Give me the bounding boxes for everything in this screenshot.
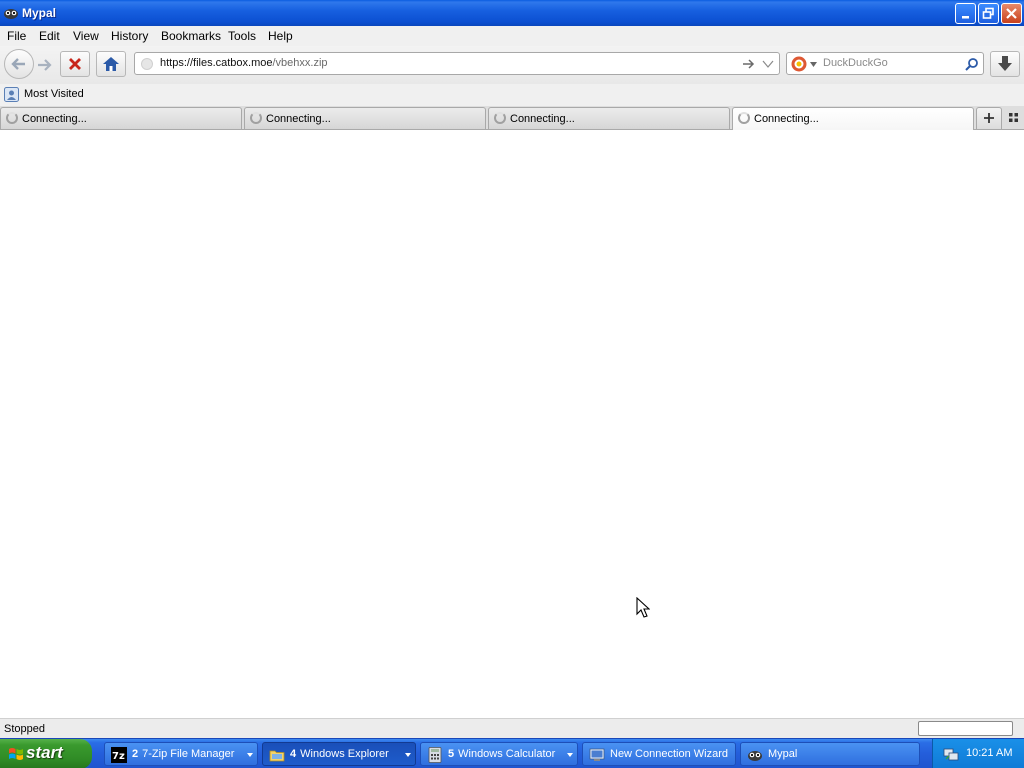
windows-flag-icon (9, 748, 23, 760)
page-content[interactable] (0, 130, 1024, 718)
close-icon (1006, 8, 1017, 19)
taskbar-item-new-connection-wizard[interactable]: New Connection Wizard (582, 742, 736, 766)
tab-active[interactable]: Connecting... (732, 107, 974, 130)
tab-strip: Connecting... Connecting... Connecting..… (0, 106, 1024, 130)
forward-button[interactable] (34, 55, 56, 75)
taskbar-item-mypal[interactable]: Mypal (740, 742, 920, 766)
tab-list-icon[interactable] (1008, 112, 1020, 124)
back-icon (11, 58, 25, 70)
task-label: Windows Calculator (458, 748, 556, 760)
stop-icon (69, 58, 81, 70)
most-visited-bookmark[interactable]: Most Visited (24, 88, 84, 100)
home-icon (103, 57, 119, 71)
bookmarks-toolbar: Most Visited (0, 84, 1024, 106)
menu-view[interactable]: View (73, 29, 99, 43)
url-bar[interactable]: https://files.catbox.moe/vbehxx.zip (134, 52, 780, 75)
group-dropdown-icon (405, 753, 411, 757)
tab-label: Connecting... (22, 113, 87, 125)
download-icon (998, 56, 1012, 71)
menu-bar: File Edit View History Bookmarks Tools H… (0, 26, 1024, 46)
group-count: 4 (290, 748, 297, 760)
url-text[interactable]: https://files.catbox.moe/vbehxx.zip (160, 57, 328, 69)
taskbar-item-7zip[interactable]: 7z 2 7-Zip File Manager (104, 742, 258, 766)
menu-edit[interactable]: Edit (39, 29, 60, 43)
url-host: https://files.catbox.moe (160, 57, 273, 69)
downloads-button[interactable] (990, 51, 1020, 77)
taskbar: start 7z 2 7-Zip File Manager 4 Windows Ex… (0, 738, 1024, 768)
window-titlebar[interactable]: Mypal (0, 0, 1024, 26)
plus-icon (984, 113, 994, 123)
group-dropdown-icon (247, 753, 253, 757)
loading-spinner-icon (6, 112, 18, 124)
group-count: 5 (448, 748, 455, 760)
home-button[interactable] (96, 51, 126, 77)
network-wizard-icon (589, 748, 605, 761)
group-dropdown-icon (567, 753, 573, 757)
stop-button[interactable] (60, 51, 90, 77)
close-button[interactable] (1001, 3, 1022, 24)
progress-meter (918, 721, 1013, 736)
task-label: Mypal (768, 748, 798, 760)
minimize-icon (962, 16, 969, 19)
taskbar-item-explorer[interactable]: 4 Windows Explorer (262, 742, 416, 766)
site-identity-icon[interactable] (141, 58, 153, 70)
tab[interactable]: Connecting... (0, 107, 242, 129)
search-bar[interactable]: DuckDuckGo (786, 52, 984, 75)
mouse-cursor-icon (636, 597, 650, 618)
duckduckgo-engine-icon[interactable] (791, 56, 807, 72)
url-path: /vbehxx.zip (272, 57, 328, 69)
tab[interactable]: Connecting... (488, 107, 730, 129)
engine-dropdown-icon[interactable] (810, 62, 817, 67)
calculator-icon (428, 747, 442, 763)
menu-bookmarks[interactable]: Bookmarks (161, 29, 221, 43)
menu-tools[interactable]: Tools (228, 29, 256, 43)
tab-label: Connecting... (266, 113, 331, 125)
task-label: 7-Zip File Manager (142, 748, 235, 760)
taskbar-item-calculator[interactable]: 5 Windows Calculator (420, 742, 578, 766)
svg-text:7z: 7z (112, 751, 125, 762)
loading-spinner-icon (494, 112, 506, 124)
tab-label: Connecting... (754, 113, 819, 125)
system-tray: 10:21 AM (932, 739, 1024, 768)
status-bar: Stopped (0, 718, 1024, 738)
forward-icon (38, 59, 52, 71)
tab[interactable]: Connecting... (244, 107, 486, 129)
network-status-icon[interactable] (943, 746, 959, 762)
menu-help[interactable]: Help (268, 29, 293, 43)
group-count: 2 (132, 748, 139, 760)
task-label: New Connection Wizard (610, 748, 728, 760)
navigation-toolbar: https://files.catbox.moe/vbehxx.zip Duck… (0, 46, 1024, 84)
restore-button[interactable] (978, 3, 999, 24)
clock[interactable]: 10:21 AM (966, 747, 1012, 759)
back-button[interactable] (4, 49, 34, 79)
minimize-button[interactable] (955, 3, 976, 24)
loading-spinner-icon (738, 112, 750, 124)
url-dropdown-icon[interactable] (762, 60, 774, 68)
menu-file[interactable]: File (7, 29, 26, 43)
tab-label: Connecting... (510, 113, 575, 125)
loading-spinner-icon (250, 112, 262, 124)
start-button[interactable]: start (0, 739, 92, 768)
go-arrow-icon[interactable] (742, 58, 756, 70)
7zip-icon: 7z (111, 747, 127, 763)
folder-icon (269, 750, 285, 762)
new-tab-button[interactable] (976, 107, 1002, 129)
desktop-screen: Mypal File Edit View History Bookmarks T… (0, 0, 1024, 768)
task-label: Windows Explorer (300, 748, 389, 760)
start-label: start (26, 743, 63, 762)
bookmark-folder-icon (4, 87, 19, 102)
window-title: Mypal (22, 6, 57, 20)
mypal-app-icon (4, 9, 18, 19)
search-icon[interactable] (965, 57, 979, 71)
restore-icon (982, 7, 994, 19)
menu-history[interactable]: History (111, 29, 148, 43)
search-placeholder: DuckDuckGo (823, 57, 888, 69)
status-text: Stopped (4, 723, 45, 735)
mypal-icon (748, 751, 762, 761)
